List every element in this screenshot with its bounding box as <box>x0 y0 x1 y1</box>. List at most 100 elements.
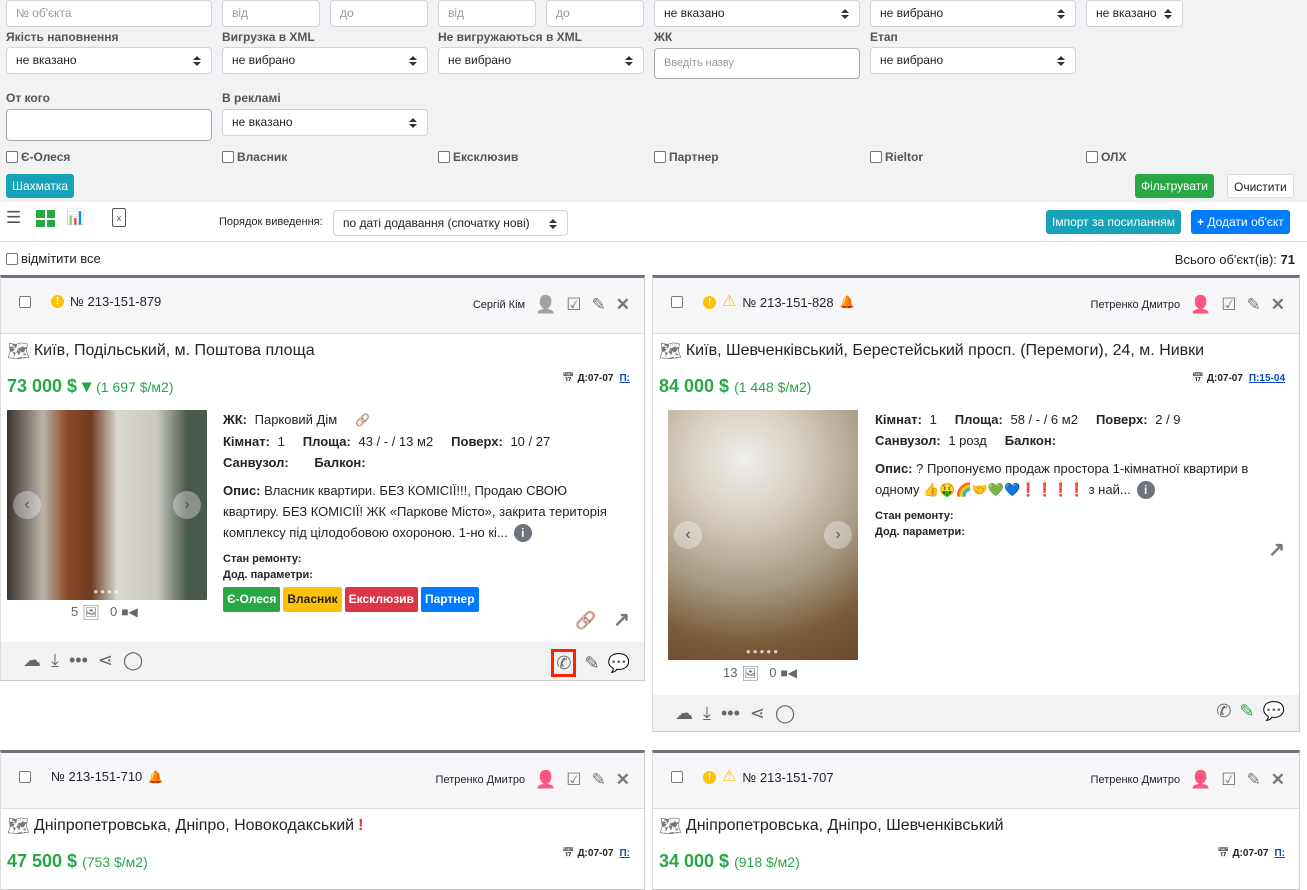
tag-badge: Є-Олеся <box>223 587 281 612</box>
calendar-check-icon[interactable]: ☑ <box>1221 771 1236 788</box>
phone-icon[interactable]: ✆ <box>1216 702 1231 720</box>
refresh-icon[interactable]: ◯ <box>123 651 143 669</box>
filter-select-3[interactable]: не вказано <box>1086 0 1183 27</box>
card-checkbox[interactable] <box>671 771 683 783</box>
card-checkbox[interactable] <box>671 296 683 308</box>
photo-prev-button[interactable]: ‹ <box>674 521 702 549</box>
share-icon[interactable]: ⋖ <box>750 704 765 722</box>
user-icon[interactable]: 👤 <box>1190 296 1211 313</box>
quality-select[interactable]: не вказано <box>6 47 212 74</box>
card-checkbox[interactable] <box>19 770 31 783</box>
address-alert: ! <box>358 817 364 834</box>
photo-next-button[interactable]: › <box>173 491 201 519</box>
download-icon[interactable]: ⤓ <box>51 651 59 669</box>
date-updated-link[interactable]: П: <box>1274 848 1285 859</box>
external-link-icon[interactable]: ↗ <box>613 610 630 630</box>
external-link-icon[interactable]: ↗ <box>1268 540 1285 560</box>
property-photo[interactable]: ‹ › ●●●● <box>7 410 207 600</box>
pencil-icon[interactable]: ✎ <box>592 771 606 788</box>
add-object-button[interactable]: + Додати об'єкт <box>1191 210 1290 234</box>
bath-value: 1 розд <box>944 433 987 448</box>
close-icon[interactable]: ✕ <box>616 296 630 313</box>
checkbox[interactable] <box>222 151 234 163</box>
calendar-check-icon[interactable]: ☑ <box>1221 296 1236 313</box>
phone-icon[interactable]: ✆ <box>551 649 577 677</box>
comment-icon[interactable]: 💬 <box>1263 702 1285 720</box>
excel-export-icon[interactable]: x <box>112 208 126 227</box>
link-icon[interactable]: 🔗 <box>575 612 596 629</box>
comment-icon[interactable]: 💬 <box>608 654 630 672</box>
photo-prev-button[interactable]: ‹ <box>13 491 41 519</box>
calendar-check-icon[interactable]: ☑ <box>566 296 581 313</box>
footer-right-actions: ✆ ✎ 💬 <box>551 649 630 677</box>
select-all-checkbox[interactable]: відмітити все <box>6 251 101 266</box>
link-icon[interactable]: 🔗 <box>355 413 370 427</box>
close-icon[interactable]: ✕ <box>616 771 630 788</box>
close-icon[interactable]: ✕ <box>1271 771 1285 788</box>
cloud-upload-icon[interactable]: ☁ <box>23 651 41 669</box>
list-view-icon[interactable]: ☰ <box>6 208 21 228</box>
pencil-icon[interactable]: ✎ <box>1247 296 1261 313</box>
edit-note-icon[interactable]: ✎ <box>1239 702 1254 720</box>
property-photo[interactable]: ‹ › ●●●●● <box>668 410 858 660</box>
area-from-input[interactable]: від <box>438 0 536 27</box>
user-icon[interactable]: 👤 <box>1190 771 1211 788</box>
edit-note-icon[interactable]: ✎ <box>584 654 599 672</box>
filter-button[interactable]: Фільтрувати <box>1135 174 1214 198</box>
xml-select[interactable]: не вибрано <box>222 47 428 74</box>
chess-button[interactable]: Шахматка <box>6 174 75 198</box>
date-updated-link[interactable]: П: <box>619 373 630 384</box>
user-icon[interactable]: 👤 <box>535 296 556 313</box>
checkbox[interactable] <box>1086 151 1098 163</box>
checkbox-olx[interactable]: ОЛХ <box>1086 150 1126 164</box>
refresh-icon[interactable]: ◯ <box>775 704 795 722</box>
chart-view-icon[interactable]: 📊 <box>66 208 85 226</box>
object-number-input[interactable]: № об'єкта <box>6 0 212 27</box>
checkbox[interactable] <box>6 151 18 163</box>
share-icon[interactable]: ⋖ <box>98 651 113 669</box>
grid-view-icon[interactable] <box>36 210 55 227</box>
clear-button[interactable]: Очистити <box>1227 174 1294 198</box>
cloud-upload-icon[interactable]: ☁ <box>675 704 693 722</box>
more-icon[interactable]: ••• <box>721 704 740 722</box>
checkbox[interactable] <box>438 151 450 163</box>
calendar-check-icon[interactable]: ☑ <box>566 771 581 788</box>
card-checkbox[interactable] <box>19 295 31 308</box>
order-select[interactable]: по даті додавання (спочатку нові) <box>333 210 568 236</box>
checkbox-owner[interactable]: Власник <box>222 150 287 164</box>
checkbox-partner[interactable]: Партнер <box>654 150 719 164</box>
in-ads-select[interactable]: не вказано <box>222 109 428 136</box>
checkbox-exclusive[interactable]: Ексклюзив <box>438 150 518 164</box>
photo-count: 5 <box>71 604 79 619</box>
photo-next-button[interactable]: › <box>824 521 852 549</box>
detail-line: Кімнат: 1 Площа: 58 / - / 6 м2 Поверх: 2 /… <box>875 409 1271 430</box>
price-to-input[interactable]: до <box>330 0 428 27</box>
checkbox-rieltor[interactable]: Rieltor <box>870 150 923 164</box>
not-xml-select[interactable]: не вибрано <box>438 47 644 74</box>
close-icon[interactable]: ✕ <box>1271 296 1285 313</box>
info-icon[interactable]: i <box>513 524 532 542</box>
property-card: ! № 213-151-879 Сергій Кім 👤 ☑ ✎ ✕ 🗺 Київ, Поділ… <box>0 275 645 681</box>
date-updated-link[interactable]: П:15-04 <box>1249 373 1285 384</box>
pencil-icon[interactable]: ✎ <box>1247 771 1261 788</box>
checkbox[interactable] <box>870 151 882 163</box>
filter-select-2[interactable]: не вибрано <box>870 0 1076 27</box>
date-updated-link[interactable]: П: <box>619 848 630 859</box>
more-icon[interactable]: ••• <box>69 651 88 669</box>
checkbox-label: Власник <box>237 150 288 164</box>
address-text: Київ, Подільський, м. Поштова площа <box>33 342 315 359</box>
filter-select-1[interactable]: не вказано <box>654 0 860 27</box>
pencil-icon[interactable]: ✎ <box>592 296 606 313</box>
price-from-input[interactable]: від <box>222 0 320 27</box>
area-to-input[interactable]: до <box>546 0 644 27</box>
checkbox[interactable] <box>654 151 666 163</box>
download-icon[interactable]: ⤓ <box>703 704 711 722</box>
user-icon[interactable]: 👤 <box>535 771 556 788</box>
import-by-link-button[interactable]: Імпорт за посиланням <box>1046 210 1182 234</box>
from-whom-input[interactable] <box>6 109 212 141</box>
stage-select[interactable]: не вибрано <box>870 47 1076 74</box>
info-icon[interactable]: i <box>1136 481 1155 499</box>
checkbox[interactable] <box>6 252 18 265</box>
complex-input[interactable]: Введіть назву <box>654 48 860 79</box>
checkbox-olesia[interactable]: Є-Олеся <box>6 150 70 164</box>
